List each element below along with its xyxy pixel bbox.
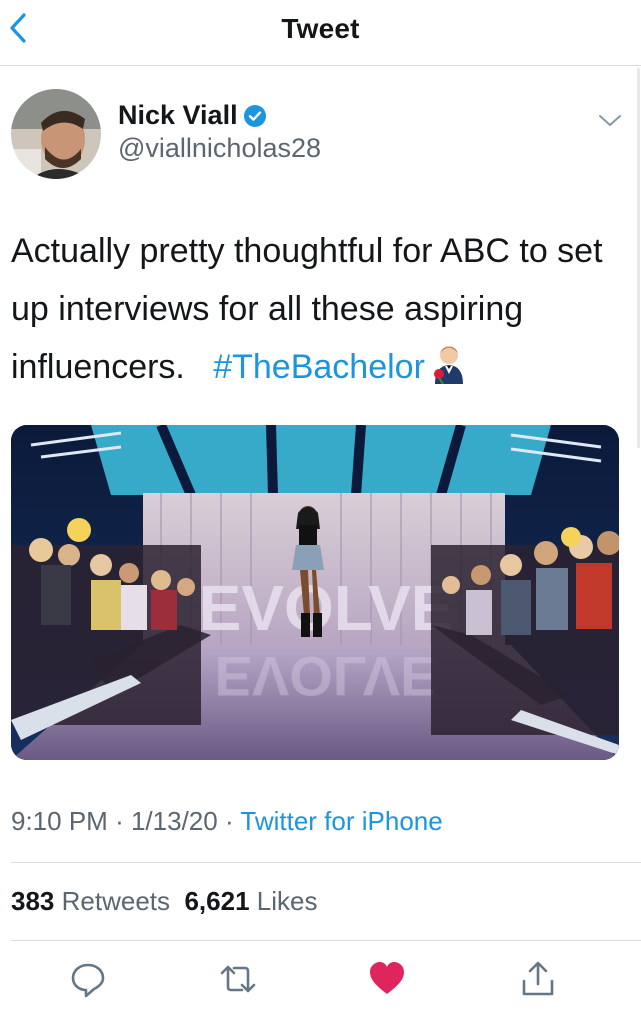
- retweet-icon[interactable]: [218, 959, 258, 999]
- tweet-stats: 383 Retweets 6,621 Likes: [11, 886, 317, 917]
- retweets-label: Retweets: [61, 886, 171, 916]
- divider: [11, 940, 641, 941]
- tweet-time: 9:10 PM: [11, 806, 108, 836]
- meta-separator: ·: [224, 806, 234, 836]
- hashtag-link[interactable]: #TheBachelor: [213, 348, 425, 386]
- stage-sign-reflection: EVOLVE: [214, 645, 437, 708]
- reply-icon[interactable]: [68, 959, 108, 999]
- tweet-date: 1/13/20: [130, 806, 218, 836]
- action-bar: [0, 955, 641, 1007]
- tweet-source-link[interactable]: Twitter for iPhone: [240, 806, 442, 836]
- likes-stat[interactable]: 6,621 Likes: [184, 886, 317, 916]
- scrollbar[interactable]: [637, 68, 640, 448]
- author-handle[interactable]: @viallnicholas28: [118, 133, 321, 164]
- avatar[interactable]: [11, 89, 101, 179]
- divider: [11, 862, 641, 863]
- meta-separator: ·: [115, 806, 124, 836]
- stage-sign: EVOLVE: [199, 572, 454, 644]
- author-name[interactable]: Nick Viall: [118, 100, 238, 131]
- page-title: Tweet: [281, 13, 360, 44]
- nav-bar: Tweet: [0, 0, 641, 66]
- verified-badge-icon: [244, 105, 266, 127]
- chevron-down-icon[interactable]: [597, 112, 623, 130]
- tweet-text: Actually pretty thoughtful for ABC to se…: [11, 222, 621, 396]
- tweet-timestamp: 9:10 PM · 1/13/20 · Twitter for iPhone: [11, 806, 443, 837]
- like-icon[interactable]: [367, 959, 407, 999]
- retweets-count: 383: [11, 886, 55, 916]
- retweets-stat[interactable]: 383 Retweets: [11, 886, 170, 916]
- likes-count: 6,621: [184, 886, 250, 916]
- likes-label: Likes: [256, 886, 318, 916]
- share-icon[interactable]: [518, 959, 558, 999]
- tweet-media-image[interactable]: EVOLVE EVOLVE: [11, 425, 619, 760]
- man-in-tuxedo-with-rose-icon: [433, 346, 463, 384]
